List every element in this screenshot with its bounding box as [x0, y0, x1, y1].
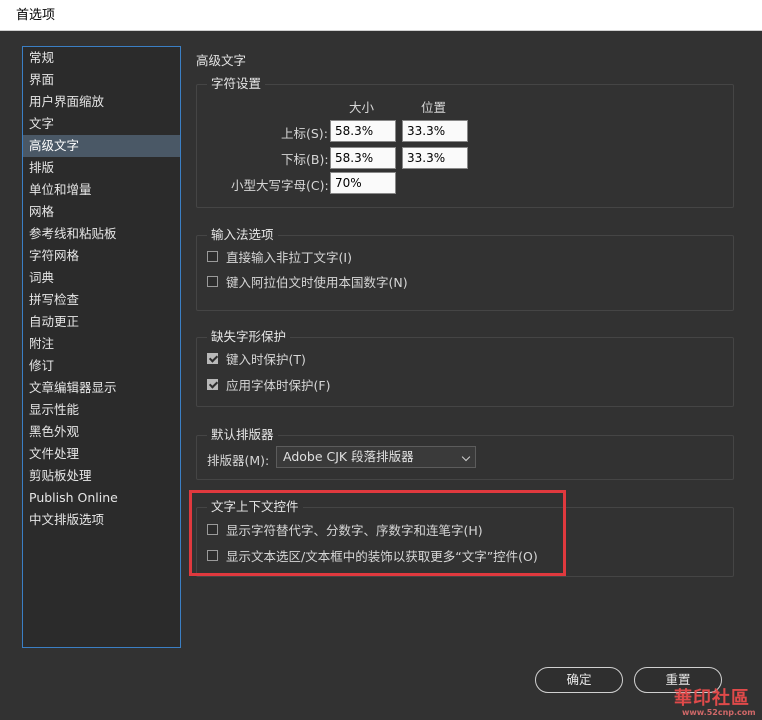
composer-selected-value: Adobe CJK 段落排版器: [283, 449, 414, 464]
sidebar-item-units-increments[interactable]: 单位和增量: [23, 179, 180, 201]
small-caps-label: 小型大写字母(C):: [231, 178, 329, 193]
sidebar-item-type[interactable]: 文字: [23, 113, 180, 135]
sidebar-item-advanced-type[interactable]: 高级文字: [23, 135, 180, 157]
superscript-size-field[interactable]: 58.3%: [330, 120, 396, 142]
protect-typing-checkbox[interactable]: [207, 352, 218, 364]
arabic-digits-option[interactable]: 键入阿拉伯文时使用本国数字(N): [207, 272, 408, 290]
position-column-header: 位置: [421, 100, 447, 115]
sidebar-item-interface[interactable]: 界面: [23, 69, 180, 91]
watermark-logo: 華印社區 www.52cnp.com: [634, 684, 762, 720]
direct-input-label: 直接输入非拉丁文字(I): [226, 249, 352, 265]
arabic-digits-label: 键入阿拉伯文时使用本国数字(N): [226, 274, 408, 290]
watermark-text: 華印社區: [674, 688, 750, 709]
sidebar-item-dictionary[interactable]: 词典: [23, 267, 180, 289]
sidebar-item-general[interactable]: 常规: [23, 47, 180, 69]
sidebar-item-ui-scaling[interactable]: 用户界面缩放: [23, 91, 180, 113]
sidebar-item-spelling[interactable]: 拼写检查: [23, 289, 180, 311]
window-title: 首选项: [16, 8, 56, 23]
chevron-down-icon: [461, 452, 471, 462]
sidebar-item-composition[interactable]: 排版: [23, 157, 180, 179]
composer-select[interactable]: Adobe CJK 段落排版器: [276, 446, 476, 468]
superscript-label: 上标(S):: [281, 126, 328, 141]
superscript-position-field[interactable]: 33.3%: [402, 120, 468, 142]
protect-typing-option[interactable]: 键入时保护(T): [207, 349, 306, 367]
small-caps-field[interactable]: 70%: [330, 172, 396, 194]
default-composer-legend: 默认排版器: [207, 427, 278, 443]
sidebar-item-appearance-black[interactable]: 黑色外观: [23, 421, 180, 443]
sidebar-item-frame-grid[interactable]: 字符网格: [23, 245, 180, 267]
default-composer-group: 默认排版器 排版器(M): Adobe CJK 段落排版器: [196, 427, 734, 480]
direct-input-checkbox[interactable]: [207, 250, 218, 262]
category-list[interactable]: 常规 界面 用户界面缩放 文字 高级文字 排版 单位和增量 网格 参考线和粘贴板…: [22, 46, 181, 648]
ime-options-legend: 输入法选项: [207, 227, 278, 243]
sidebar-item-grids[interactable]: 网格: [23, 201, 180, 223]
sidebar-item-publish-online[interactable]: Publish Online: [23, 487, 180, 509]
ok-button[interactable]: 确定: [535, 667, 623, 693]
char-settings-group: 字符设置 大小 位置 上标(S): 58.3% 33.3% 下标(B): 58.…: [196, 76, 734, 208]
protect-typing-label: 键入时保护(T): [226, 351, 306, 367]
subscript-size-field[interactable]: 58.3%: [330, 147, 396, 169]
protect-font-apply-checkbox[interactable]: [207, 378, 218, 390]
sidebar-item-guides-pasteboard[interactable]: 参考线和粘贴板: [23, 223, 180, 245]
sidebar-item-clipboard[interactable]: 剪贴板处理: [23, 465, 180, 487]
sidebar-item-notes[interactable]: 附注: [23, 333, 180, 355]
composer-label: 排版器(M):: [207, 453, 270, 468]
size-column-header: 大小: [349, 100, 375, 115]
missing-glyph-group: 缺失字形保护 键入时保护(T) 应用字体时保护(F): [196, 329, 734, 407]
sidebar-item-file-handling[interactable]: 文件处理: [23, 443, 180, 465]
missing-glyph-legend: 缺失字形保护: [207, 329, 291, 345]
sidebar-item-autocorrect[interactable]: 自动更正: [23, 311, 180, 333]
subscript-position-field[interactable]: 33.3%: [402, 147, 468, 169]
window-title-bar: 首选项: [0, 0, 762, 31]
red-highlight-box: [189, 490, 566, 576]
arabic-digits-checkbox[interactable]: [207, 275, 218, 287]
direct-input-option[interactable]: 直接输入非拉丁文字(I): [207, 247, 352, 265]
subscript-label: 下标(B):: [281, 152, 329, 167]
page-title: 高级文字: [196, 53, 247, 68]
sidebar-item-track-changes[interactable]: 修订: [23, 355, 180, 377]
protect-font-apply-label: 应用字体时保护(F): [226, 377, 331, 393]
char-settings-legend: 字符设置: [207, 76, 266, 92]
sidebar-item-display-performance[interactable]: 显示性能: [23, 399, 180, 421]
ime-options-group: 输入法选项 直接输入非拉丁文字(I) 键入阿拉伯文时使用本国数字(N): [196, 227, 734, 311]
sidebar-item-chinese-composition[interactable]: 中文排版选项: [23, 509, 180, 531]
protect-font-apply-option[interactable]: 应用字体时保护(F): [207, 375, 330, 393]
watermark-url: www.52cnp.com: [682, 708, 756, 717]
sidebar-item-story-editor[interactable]: 文章编辑器显示: [23, 377, 180, 399]
